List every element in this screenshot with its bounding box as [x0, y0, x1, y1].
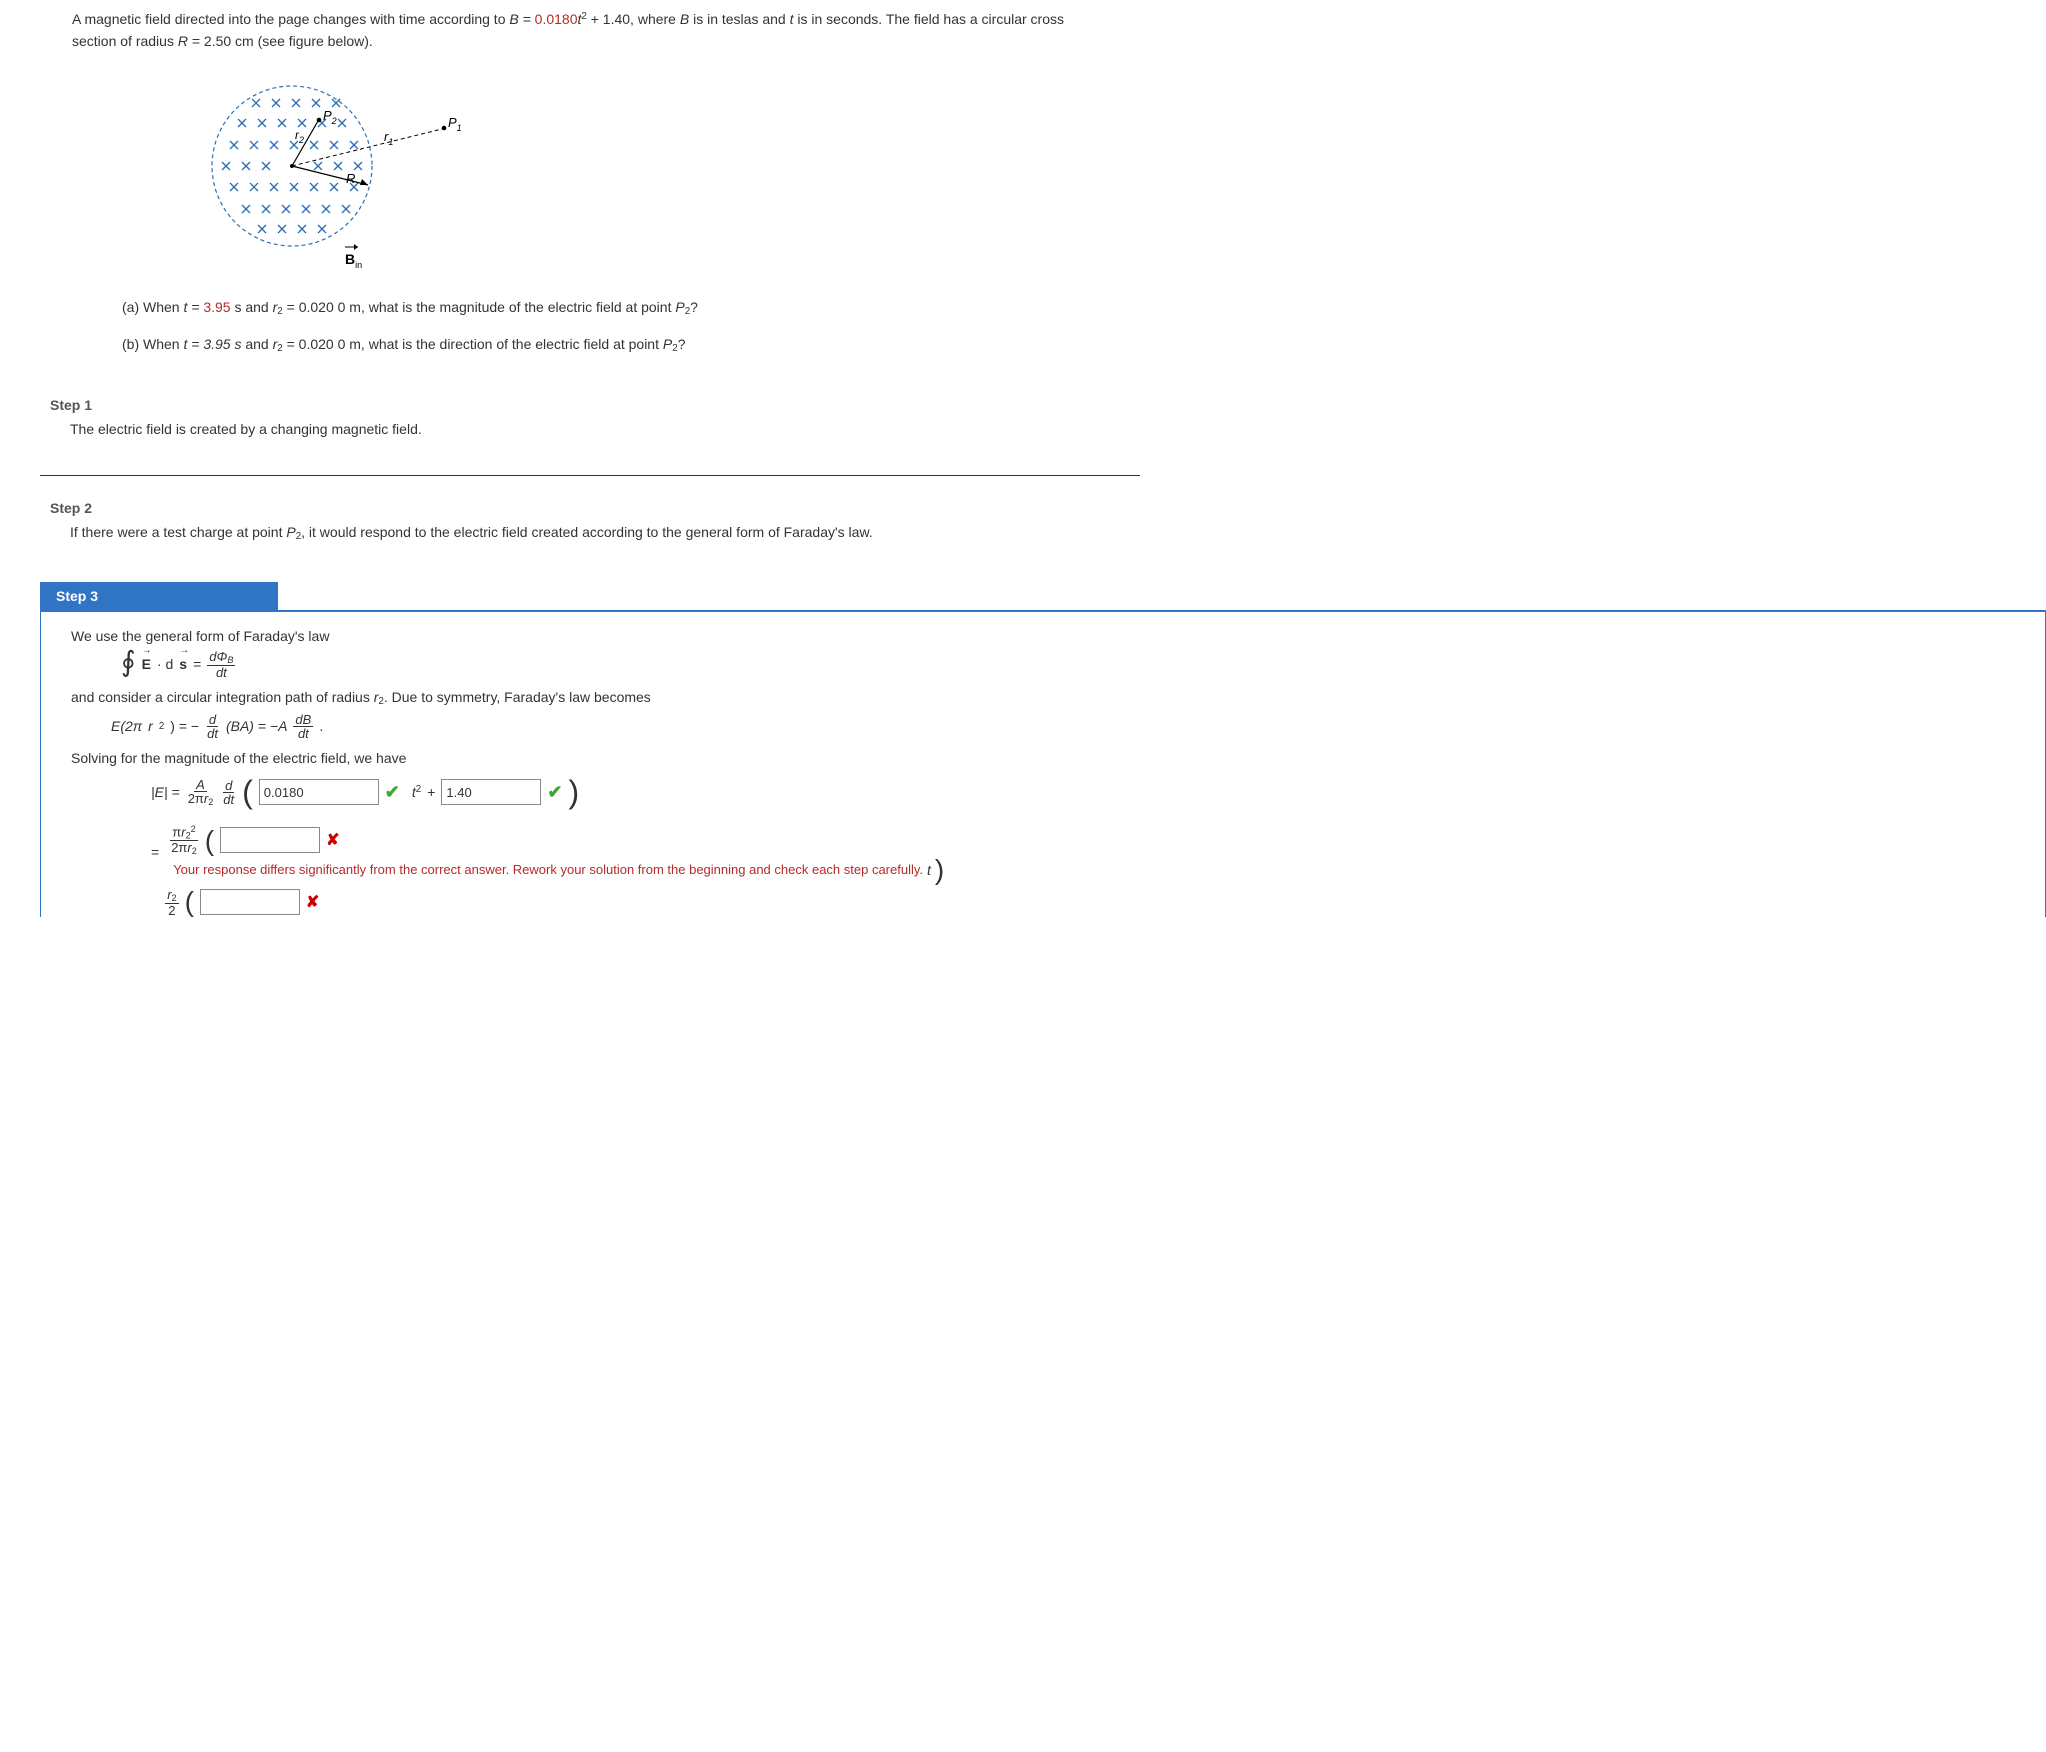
b-qm: ?	[678, 336, 686, 352]
a-P2: P	[675, 299, 684, 315]
step3-tab: Step 3	[40, 582, 278, 610]
answer-input-2[interactable]	[441, 779, 541, 805]
abs-E: |E| =	[151, 784, 180, 800]
plus-sign: +	[427, 784, 435, 800]
r2-over-2: r2 2	[165, 888, 178, 917]
left-paren-icon-2: (	[205, 831, 214, 851]
a-t-unit: s	[231, 299, 242, 315]
check-icon-2: ✔	[547, 782, 562, 803]
step2-text-a: If there were a test charge at point	[70, 524, 286, 540]
A-over-2pir2: A 2πr2	[186, 778, 216, 807]
b-question: what is the direction of the electric fi…	[369, 336, 663, 352]
BA-eq: (BA) = −A	[226, 718, 287, 734]
eq2-lhs: E(2π	[111, 718, 142, 734]
coef-0.0180: 0.0180	[535, 11, 578, 27]
eq2-close: ) = −	[170, 718, 199, 734]
right-paren-icon-2: )	[935, 860, 944, 880]
divider-1	[40, 475, 1140, 476]
eq-sign-2: =	[151, 844, 159, 860]
t2: t2	[412, 784, 421, 800]
dot-d: · d	[157, 656, 173, 672]
step3-line2b: . Due to symmetry, Faraday's law becomes	[384, 689, 651, 705]
step2-text-b: , it would respond to the electric field…	[301, 524, 873, 540]
step3-line2a: and consider a circular integration path…	[71, 689, 374, 705]
dB-dt: dB dt	[293, 713, 313, 740]
t-suffix: t	[927, 862, 931, 878]
svg-text:P1: P1	[448, 115, 462, 133]
svg-text:Bin: Bin	[345, 251, 362, 270]
d-dt-1: d dt	[205, 713, 220, 740]
step1-heading: Step 1	[0, 387, 2046, 417]
problem-text-1: A magnetic field directed into the page …	[72, 11, 509, 27]
a-question: what is the magnitude of the electric fi…	[369, 299, 676, 315]
b-and: and	[245, 336, 272, 352]
a-t-val: 3.95	[203, 299, 230, 315]
pir22-over-2pir2: πr22 2πr2	[169, 825, 199, 856]
B-var: B	[680, 11, 689, 27]
left-paren-icon-3: (	[185, 892, 194, 912]
feedback-text: Your response differs significantly from…	[173, 862, 923, 877]
s-vector: →s	[179, 656, 187, 672]
a-t-lhs: t =	[183, 299, 203, 315]
eq2-dot: .	[319, 718, 323, 734]
step3-line1: We use the general form of Faraday's law	[71, 628, 2025, 644]
answer-input-4[interactable]	[200, 889, 300, 915]
svg-text:r1: r1	[384, 129, 393, 147]
x-icon-2: ✘	[306, 892, 319, 912]
plus-1.40: + 1.40,	[587, 11, 634, 27]
b-label: (b) When	[122, 336, 183, 352]
p1c: is in teslas and	[689, 11, 789, 27]
step2-P2: P	[286, 524, 295, 540]
R-var: R	[178, 33, 188, 49]
b-t: t = 3.95 s	[183, 336, 241, 352]
E-vector: →E	[142, 656, 151, 672]
step2-heading: Step 2	[0, 490, 2046, 520]
closed-integral-icon: ∮	[121, 654, 136, 674]
answer-input-3[interactable]	[220, 827, 320, 853]
where: where	[638, 11, 680, 27]
d-dt-2: d dt	[221, 779, 236, 806]
b-P2: P	[663, 336, 672, 352]
svg-text:P2: P2	[323, 108, 337, 126]
R-val: = 2.50 cm	[188, 33, 254, 49]
a-qm: ?	[690, 299, 698, 315]
step3-line3: Solving for the magnitude of the electri…	[71, 750, 2025, 766]
a-and: and	[245, 299, 272, 315]
check-icon: ✔	[385, 782, 400, 803]
b-r2-val: = 0.020 0 m,	[283, 336, 365, 352]
right-paren-icon: )	[569, 781, 580, 803]
step1-text: The electric field is created by a chang…	[0, 417, 1130, 457]
x-icon: ✘	[326, 830, 339, 850]
eq2-r2: r	[148, 718, 153, 734]
B-eq-lhs: B =	[509, 11, 534, 27]
left-paren-icon: (	[242, 781, 253, 803]
figure-magnetic-field: R P1 r1 P2 r2 Bin	[192, 71, 1072, 274]
a-label: (a) When	[122, 299, 183, 315]
p1e: (see figure below).	[254, 33, 373, 49]
eq-sign: =	[193, 656, 201, 672]
eq2-r2sub: 2	[159, 721, 164, 732]
answer-input-1[interactable]	[259, 779, 379, 805]
fig-R-label: R	[346, 171, 355, 186]
dPhi-dt: dΦB dt	[207, 650, 235, 679]
a-r2-val: = 0.020 0 m,	[283, 299, 365, 315]
